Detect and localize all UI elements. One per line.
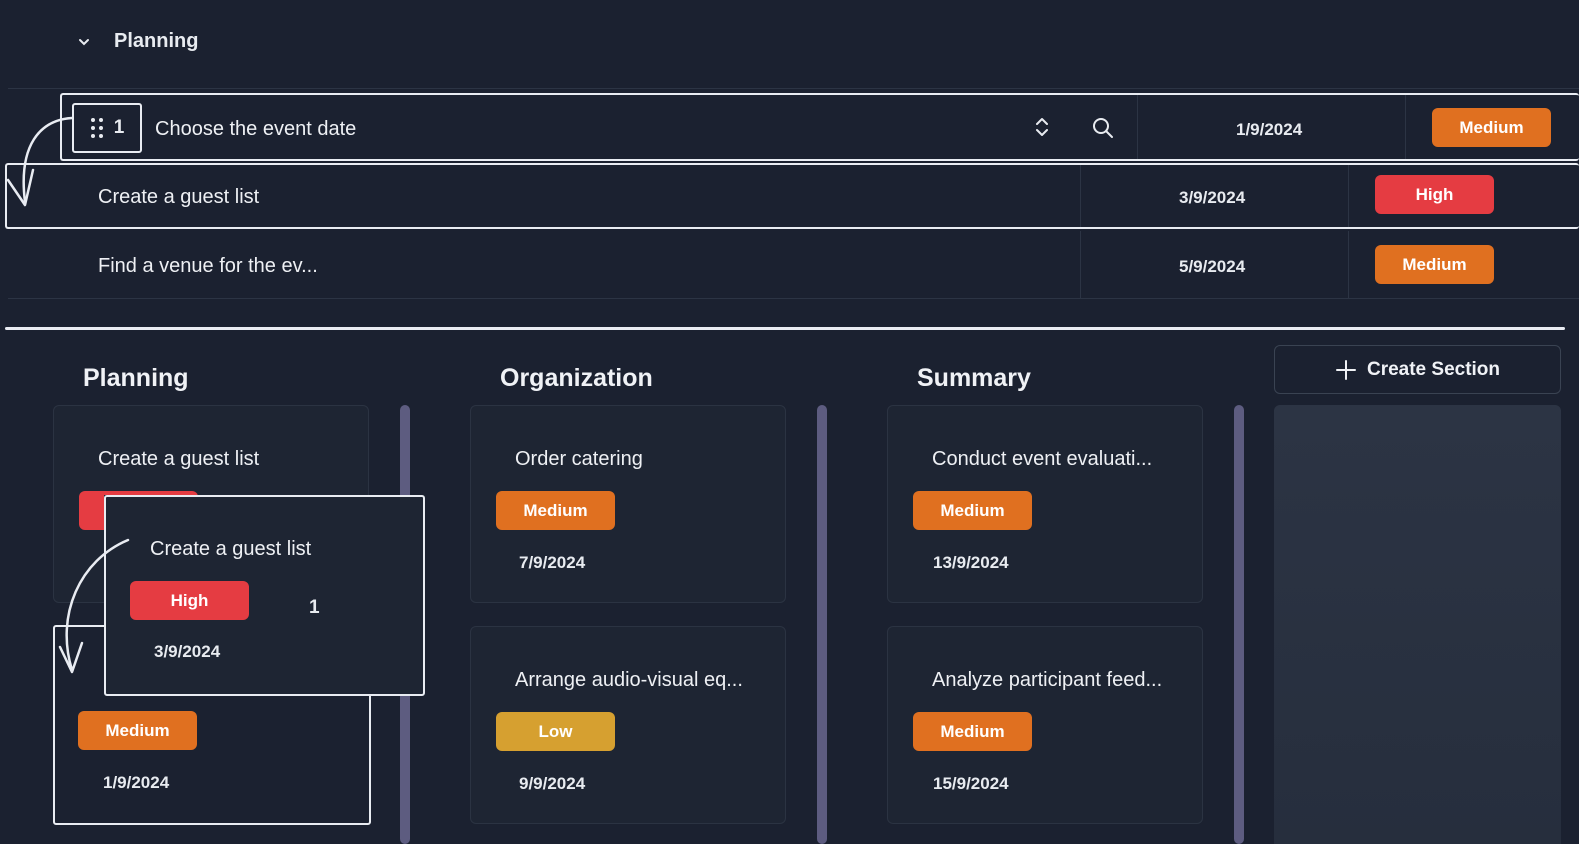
grip-icon — [90, 117, 104, 139]
card-title: Conduct event evaluati... — [932, 448, 1153, 470]
dragging-card[interactable]: Create a guest list High 3/9/2024 1 — [104, 495, 425, 696]
card-title: Arrange audio-visual eq... — [515, 669, 743, 691]
priority-badge: Medium — [913, 712, 1032, 751]
row-title[interactable]: Find a venue for the ev... — [98, 255, 318, 278]
row-date: 5/9/2024 — [1179, 257, 1246, 276]
task-card[interactable]: Arrange audio-visual eq... Low 9/9/2024 — [470, 626, 786, 824]
card-title: Create a guest list — [150, 538, 312, 560]
section-header[interactable]: Planning — [76, 30, 198, 53]
divider — [5, 327, 1565, 330]
priority-badge: Medium — [496, 491, 615, 530]
priority-badge: Medium — [78, 711, 197, 750]
task-card[interactable]: Conduct event evaluati... Medium 13/9/20… — [887, 405, 1203, 603]
priority-badge: Medium — [913, 491, 1032, 530]
column-title-summary: Summary — [917, 364, 1031, 392]
priority-badge: Medium — [1375, 245, 1494, 284]
column-scrollbar[interactable] — [1234, 405, 1244, 844]
create-section-button[interactable]: Create Section — [1274, 345, 1561, 394]
task-card[interactable]: Analyze participant feed... Medium 15/9/… — [887, 626, 1203, 824]
row-title[interactable]: Create a guest list — [98, 186, 259, 209]
drag-arrow-icon — [6, 116, 74, 207]
card-date: 7/9/2024 — [519, 553, 586, 572]
card-date: 13/9/2024 — [933, 553, 1009, 572]
create-section-label: Create Section — [1366, 358, 1501, 380]
card-date: 1/9/2024 — [103, 773, 170, 792]
column-title-planning: Planning — [83, 364, 189, 392]
new-section-dropzone — [1274, 405, 1561, 844]
drag-count: 1 — [113, 117, 125, 138]
search-icon[interactable] — [1092, 117, 1114, 139]
card-title: Create a guest list — [98, 448, 260, 470]
row-date: 3/9/2024 — [1179, 188, 1246, 207]
priority-badge: Low — [496, 712, 615, 751]
drag-count: 1 — [309, 597, 320, 618]
table-row[interactable]: Create a guest list 3/9/2024 High — [5, 163, 1579, 229]
card-date: 15/9/2024 — [933, 774, 1009, 793]
column-scrollbar[interactable] — [817, 405, 827, 844]
card-title: Analyze participant feed... — [932, 669, 1163, 691]
task-card[interactable]: Order catering Medium 7/9/2024 — [470, 405, 786, 603]
card-date: 9/9/2024 — [519, 774, 586, 793]
dragging-row[interactable]: 1 Choose the event date 1/9/2024 Medium — [60, 93, 1579, 161]
row-date: 1/9/2024 — [1236, 120, 1303, 139]
card-date: 3/9/2024 — [154, 642, 221, 661]
table-row[interactable]: Find a venue for the ev... 5/9/2024 Medi… — [8, 231, 1579, 299]
drag-arrow-icon — [58, 538, 130, 674]
drag-handle[interactable]: 1 — [72, 103, 142, 153]
sort-icon[interactable] — [1032, 115, 1052, 139]
card-title: Order catering — [515, 448, 643, 470]
priority-badge: High — [130, 581, 249, 620]
row-title[interactable]: Choose the event date — [155, 118, 356, 141]
column-title-organization: Organization — [500, 364, 653, 392]
plus-icon — [1335, 359, 1357, 381]
priority-badge: Medium — [1432, 108, 1551, 147]
chevron-down-icon[interactable] — [76, 34, 92, 50]
priority-badge: High — [1375, 175, 1494, 214]
section-title: Planning — [114, 30, 199, 52]
